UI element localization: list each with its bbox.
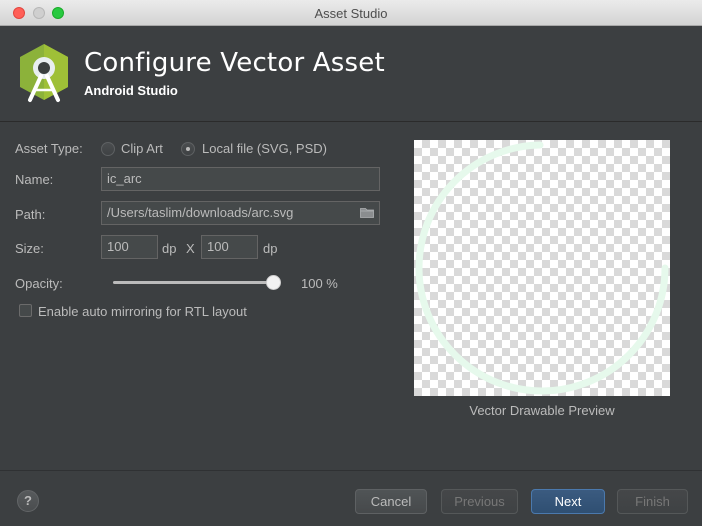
folder-browse-icon[interactable] [360,207,374,218]
page-title: Configure Vector Asset [84,48,385,78]
size-width-unit: dp [162,241,177,256]
page-subtitle: Android Studio [84,83,178,98]
opacity-slider-thumb[interactable] [266,275,281,290]
size-label: Size: [15,241,44,256]
clip-art-radio[interactable] [101,142,115,156]
asset-type-label: Asset Type: [15,141,83,156]
arc-preview-drawing [415,141,669,395]
title-bar: Asset Studio [0,0,702,26]
size-height-input[interactable]: 100 [201,235,258,259]
opacity-slider-track[interactable] [113,281,273,284]
opacity-value: 100 % [301,276,338,291]
size-height-unit: dp [263,241,278,256]
help-button[interactable]: ? [17,490,39,512]
local-file-radio-label[interactable]: Local file (SVG, PSD) [202,141,327,156]
finish-button[interactable]: Finish [617,489,688,514]
size-width-input[interactable]: 100 [101,235,158,259]
vector-drawable-preview [414,140,670,396]
path-input[interactable]: /Users/taslim/downloads/arc.svg [101,201,380,225]
header-divider [0,121,702,122]
android-studio-logo-icon [20,44,68,102]
name-input[interactable]: ic_arc [101,167,380,191]
window-title: Asset Studio [314,6,388,21]
name-label: Name: [15,172,54,187]
wizard-header: Configure Vector Asset Android Studio [0,26,702,120]
rtl-mirroring-checkbox[interactable] [19,304,32,317]
previous-button[interactable]: Previous [441,489,518,514]
size-separator: X [186,241,195,256]
path-value: /Users/taslim/downloads/arc.svg [107,205,294,220]
cancel-button[interactable]: Cancel [355,489,427,514]
footer-divider [0,470,702,471]
rtl-mirroring-label[interactable]: Enable auto mirroring for RTL layout [38,304,247,319]
clip-art-radio-label[interactable]: Clip Art [121,141,163,156]
local-file-radio[interactable] [181,142,195,156]
preview-caption: Vector Drawable Preview [469,403,615,418]
path-label: Path: [15,207,46,222]
asset-studio-window: Asset Studio Configure Vector Asset Andr… [0,0,702,526]
next-button[interactable]: Next [531,489,605,514]
opacity-label: Opacity: [15,276,63,291]
